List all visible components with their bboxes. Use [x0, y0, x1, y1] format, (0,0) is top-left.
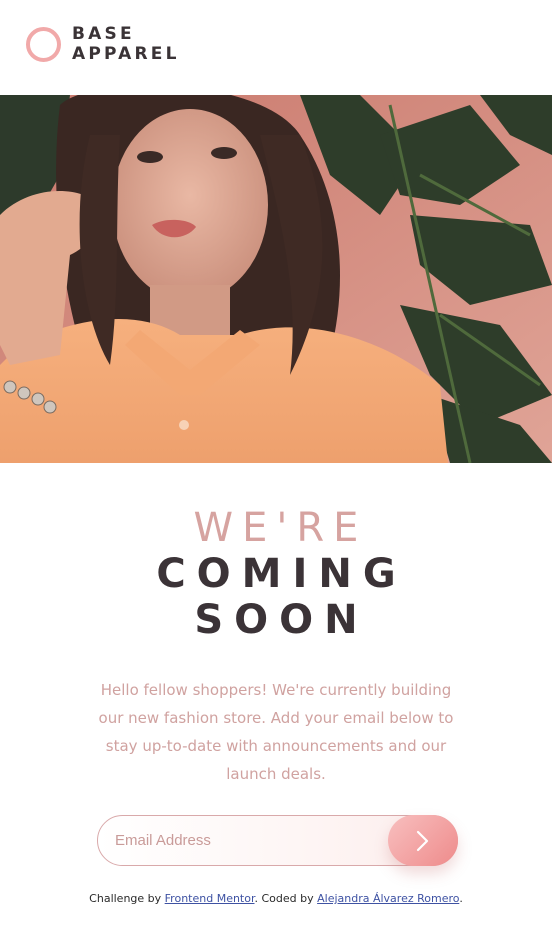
header: BASE APPAREL: [0, 0, 552, 95]
logo-text: BASE APPAREL: [72, 24, 180, 64]
description-text: Hello fellow shoppers! We're currently b…: [98, 681, 454, 783]
hero-image: [0, 95, 552, 463]
title-bold-line-1: COMING: [156, 551, 407, 597]
attribution-middle: . Coded by: [254, 892, 314, 905]
attribution-prefix: Challenge by: [89, 892, 162, 905]
logo-ring-icon: [26, 26, 61, 62]
brand-logo[interactable]: BASE APPAREL: [26, 24, 180, 64]
email-field[interactable]: [115, 816, 375, 865]
page: BASE APPAREL WE'RE COMING SOON Hello fel…: [0, 0, 552, 937]
submit-button[interactable]: [388, 815, 458, 866]
title-light: WE'RE: [193, 505, 368, 551]
title-bold-line-2: SOON: [194, 597, 369, 643]
logo-line-2: APPAREL: [72, 44, 180, 64]
page-title: WE'RE COMING SOON: [0, 505, 552, 643]
hero-photo-woman: [0, 95, 552, 463]
arrow-right-icon: [416, 830, 429, 851]
attribution-suffix: .: [459, 892, 463, 905]
author-link[interactable]: Alejandra Álvarez Romero: [317, 892, 459, 905]
frontend-mentor-link[interactable]: Frontend Mentor: [165, 892, 255, 905]
signup-form: [97, 815, 458, 866]
logo-line-1: BASE: [72, 24, 135, 44]
attribution: Challenge by Frontend Mentor. Coded by A…: [0, 892, 552, 906]
